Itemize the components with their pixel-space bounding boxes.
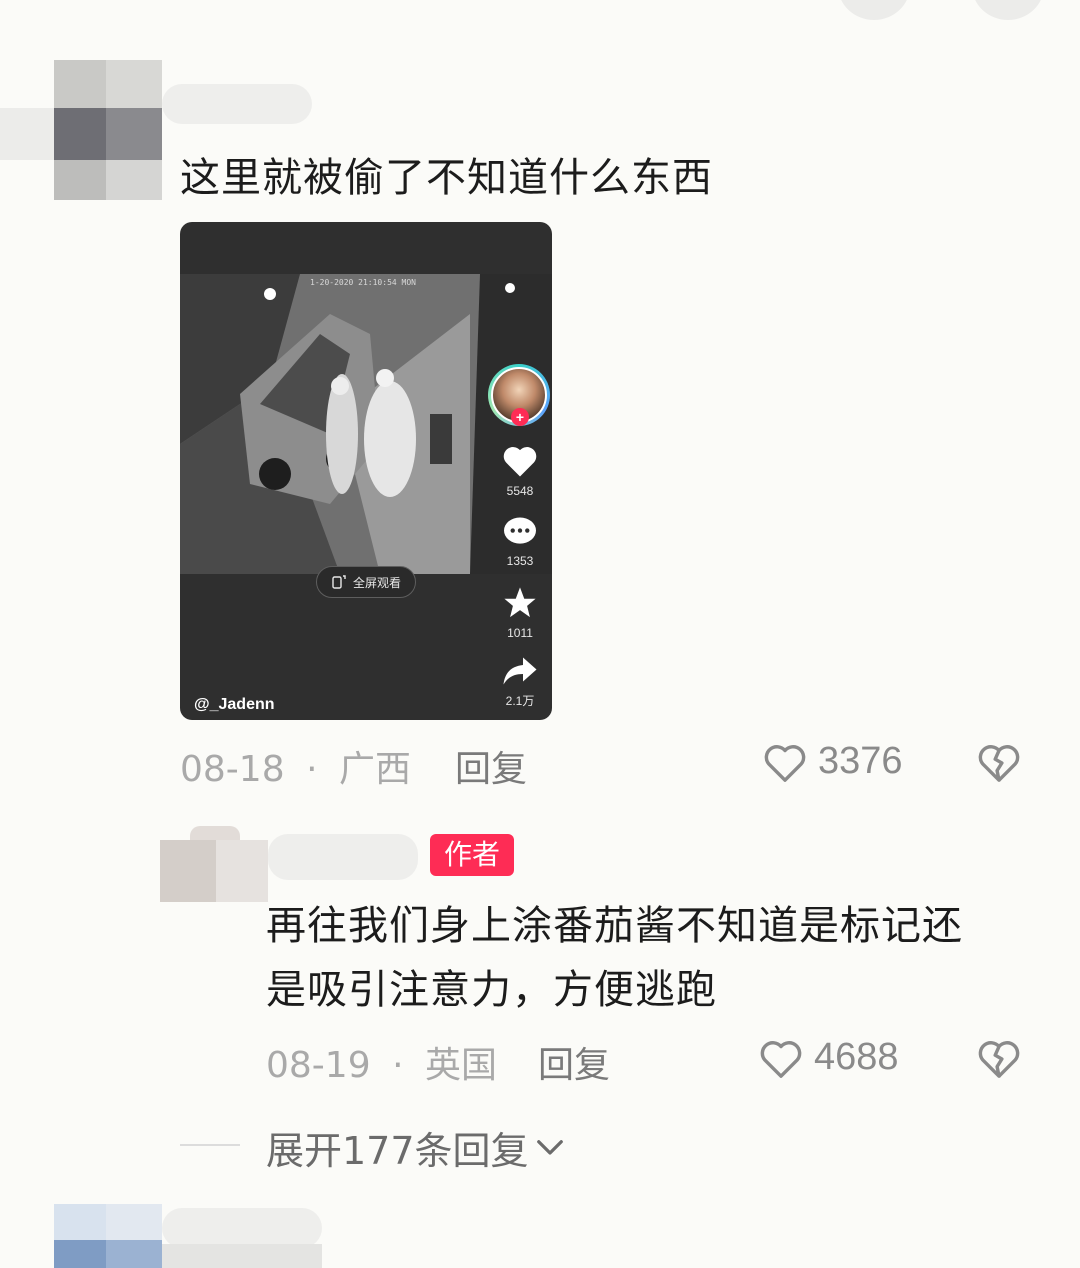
video-thumbnail[interactable]: 1-20-2020 21:10:54 MON bbox=[180, 274, 552, 574]
video-embed-card[interactable]: 1-20-2020 21:10:54 MON + 5548 1353 1011 … bbox=[180, 222, 552, 720]
top-action-button-2[interactable] bbox=[972, 0, 1044, 20]
comment-date: 08-18 bbox=[180, 749, 285, 790]
like-heart-icon[interactable] bbox=[758, 1038, 804, 1080]
camera-timestamp: 1-20-2020 21:10:54 MON bbox=[310, 278, 416, 287]
author-badge: 作者 bbox=[430, 834, 514, 876]
follow-plus-icon[interactable]: + bbox=[511, 408, 529, 426]
chevron-down-icon bbox=[536, 1139, 563, 1155]
video-like-count: 5548 bbox=[506, 484, 534, 498]
fullscreen-button[interactable]: 全屏观看 bbox=[316, 566, 416, 598]
next-comment-avatar-blurred[interactable] bbox=[0, 1204, 330, 1268]
reply-location: 英国 bbox=[424, 1045, 497, 1086]
like-heart-icon[interactable] bbox=[762, 742, 808, 784]
expand-divider bbox=[180, 1144, 240, 1146]
top-action-button-1[interactable] bbox=[838, 0, 910, 20]
video-author-handle: @_Jadenn bbox=[194, 696, 275, 713]
video-like-button[interactable]: 5548 bbox=[498, 444, 542, 498]
meta-separator: · bbox=[306, 749, 318, 790]
comment-text: 这里就被偷了不知道什么东西 bbox=[180, 155, 713, 201]
reply-text-line-1: 再往我们身上涂番茄酱不知道是标记还 bbox=[266, 903, 963, 949]
expand-replies-label: 展开177条回复 bbox=[266, 1129, 529, 1173]
dislike-broken-heart-icon[interactable] bbox=[976, 742, 1022, 784]
rotate-screen-icon bbox=[332, 575, 346, 589]
star-icon bbox=[504, 587, 536, 618]
video-favorite-button[interactable]: 1011 bbox=[498, 586, 542, 640]
reply-date: 08-19 bbox=[266, 1045, 371, 1086]
video-share-count: 2.1万 bbox=[505, 694, 535, 708]
dislike-broken-heart-icon[interactable] bbox=[976, 1038, 1022, 1080]
reply-meta: 08-19 · 英国 bbox=[266, 1036, 497, 1088]
expand-replies-button[interactable]: 展开177条回复 bbox=[266, 1120, 565, 1175]
like-count: 4688 bbox=[814, 1036, 899, 1078]
meta-separator: · bbox=[392, 1045, 404, 1086]
like-count: 3376 bbox=[818, 740, 903, 782]
security-camera-scene bbox=[180, 274, 552, 574]
video-comment-count: 1353 bbox=[506, 554, 534, 568]
share-arrow-icon bbox=[503, 657, 537, 685]
reply-text-line-2: 是吸引注意力，方便逃跑 bbox=[266, 967, 717, 1013]
video-favorite-count: 1011 bbox=[507, 626, 533, 640]
comment-meta: 08-18 · 广西 bbox=[180, 740, 411, 792]
video-comment-button[interactable]: 1353 bbox=[498, 516, 542, 568]
fullscreen-label: 全屏观看 bbox=[352, 575, 401, 590]
video-share-button[interactable]: 2.1万 bbox=[498, 656, 542, 709]
reply-button[interactable]: 回复 bbox=[455, 740, 527, 792]
reply-button[interactable]: 回复 bbox=[538, 1036, 610, 1088]
heart-icon bbox=[503, 447, 537, 477]
comment-location: 广西 bbox=[338, 749, 411, 790]
comment-bubble-icon bbox=[504, 517, 536, 544]
